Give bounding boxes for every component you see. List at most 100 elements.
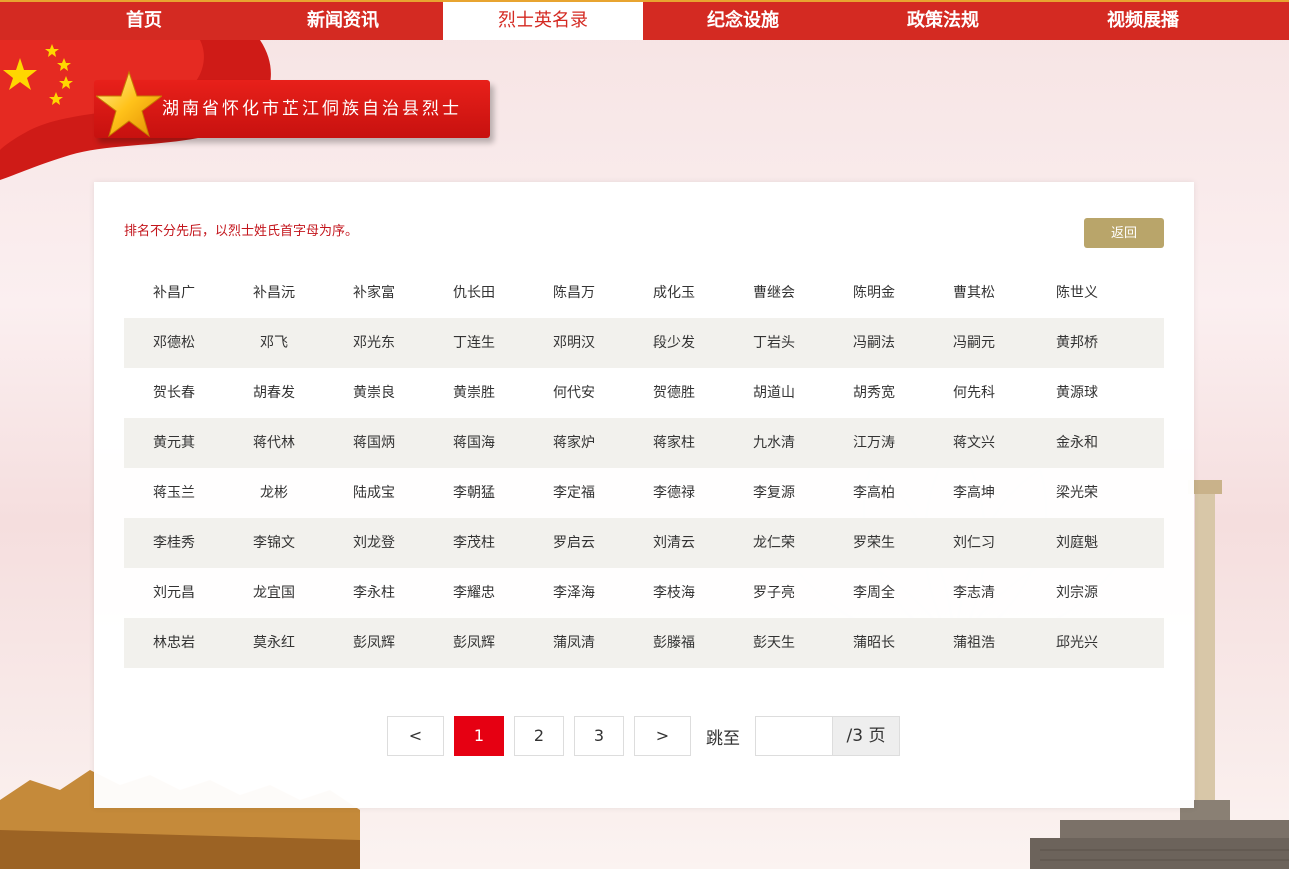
nav-item-1[interactable]: 新闻资讯 bbox=[243, 2, 443, 40]
martyr-name-link[interactable]: 李定福 bbox=[524, 468, 624, 518]
martyr-name-link[interactable]: 蒲凤清 bbox=[524, 618, 624, 668]
martyr-name-link[interactable]: 刘仁习 bbox=[924, 518, 1024, 568]
martyr-name-link[interactable]: 刘宗源 bbox=[1024, 568, 1130, 618]
jump-page-input[interactable] bbox=[755, 716, 832, 756]
page-1-button[interactable]: 1 bbox=[454, 716, 504, 756]
martyr-name-link[interactable]: 丁岩头 bbox=[724, 318, 824, 368]
martyr-name-link[interactable]: 李永柱 bbox=[324, 568, 424, 618]
martyr-name-link[interactable]: 蒋国炳 bbox=[324, 418, 424, 468]
martyr-name-link[interactable]: 冯嗣元 bbox=[924, 318, 1024, 368]
martyr-name-link[interactable]: 刘元昌 bbox=[124, 568, 224, 618]
martyr-name-link[interactable]: 李志清 bbox=[924, 568, 1024, 618]
back-button[interactable]: 返回 bbox=[1084, 218, 1164, 248]
martyr-name-link[interactable]: 邓德松 bbox=[124, 318, 224, 368]
martyr-name-link[interactable]: 李锦文 bbox=[224, 518, 324, 568]
nav-item-5[interactable]: 视频展播 bbox=[1043, 2, 1243, 40]
martyr-name-link[interactable]: 冯嗣法 bbox=[824, 318, 924, 368]
martyr-name-link[interactable]: 李桂秀 bbox=[124, 518, 224, 568]
martyr-name-link[interactable]: 蒲昭长 bbox=[824, 618, 924, 668]
martyr-name-link[interactable]: 蒋玉兰 bbox=[124, 468, 224, 518]
martyr-name-link[interactable]: 黄崇胜 bbox=[424, 368, 524, 418]
martyr-name-link[interactable]: 李泽海 bbox=[524, 568, 624, 618]
martyr-name-link[interactable]: 金永和 bbox=[1024, 418, 1130, 468]
prev-page-button[interactable]: < bbox=[387, 716, 444, 756]
martyr-name-link[interactable]: 莫永红 bbox=[224, 618, 324, 668]
martyr-name-link[interactable]: 刘庭魁 bbox=[1024, 518, 1130, 568]
martyr-name-link[interactable]: 梁光荣 bbox=[1024, 468, 1130, 518]
martyr-name-link[interactable]: 黄崇良 bbox=[324, 368, 424, 418]
martyr-name-link[interactable]: 彭凤辉 bbox=[324, 618, 424, 668]
martyr-name-link[interactable]: 彭天生 bbox=[724, 618, 824, 668]
martyr-name-link[interactable]: 李朝猛 bbox=[424, 468, 524, 518]
name-row: 补昌广 补昌沅 补家富 仇长田 陈昌万 成化玉 曹继会 陈明金 曹其松 陈世义 bbox=[124, 268, 1164, 318]
martyr-name-link[interactable]: 李枝海 bbox=[624, 568, 724, 618]
martyr-name-link[interactable]: 补家富 bbox=[324, 268, 424, 318]
martyr-name-link[interactable]: 李耀忠 bbox=[424, 568, 524, 618]
martyr-name-link[interactable]: 李高坤 bbox=[924, 468, 1024, 518]
martyr-name-link[interactable]: 蒋文兴 bbox=[924, 418, 1024, 468]
martyr-name-link[interactable]: 李德禄 bbox=[624, 468, 724, 518]
martyr-name-link[interactable]: 刘清云 bbox=[624, 518, 724, 568]
martyr-name-link[interactable]: 丁连生 bbox=[424, 318, 524, 368]
martyr-name-link[interactable]: 陈昌万 bbox=[524, 268, 624, 318]
martyr-name-link[interactable]: 蒋代林 bbox=[224, 418, 324, 468]
martyr-name-link[interactable]: 彭滕福 bbox=[624, 618, 724, 668]
martyr-name-link[interactable]: 黄元萁 bbox=[124, 418, 224, 468]
next-page-button[interactable]: > bbox=[634, 716, 691, 756]
main-nav: 首页 新闻资讯 烈士英名录 纪念设施 政策法规 视频展播 bbox=[0, 0, 1289, 40]
martyr-name-link[interactable]: 蒋家柱 bbox=[624, 418, 724, 468]
martyr-name-link[interactable]: 九水清 bbox=[724, 418, 824, 468]
martyr-name-link[interactable]: 邱光兴 bbox=[1024, 618, 1130, 668]
page-2-button[interactable]: 2 bbox=[514, 716, 564, 756]
martyr-name-link[interactable]: 补昌广 bbox=[124, 268, 224, 318]
martyr-name-link[interactable]: 仇长田 bbox=[424, 268, 524, 318]
martyr-name-link[interactable]: 胡秀宽 bbox=[824, 368, 924, 418]
martyr-name-link[interactable]: 龙宜国 bbox=[224, 568, 324, 618]
name-row: 李桂秀 李锦文 刘龙登 李茂柱 罗启云 刘清云 龙仁荣 罗荣生 刘仁习 刘庭魁 bbox=[124, 518, 1164, 568]
martyr-name-link[interactable]: 胡道山 bbox=[724, 368, 824, 418]
martyr-name-link[interactable]: 李复源 bbox=[724, 468, 824, 518]
martyr-name-link[interactable]: 成化玉 bbox=[624, 268, 724, 318]
martyr-name-link[interactable]: 何先科 bbox=[924, 368, 1024, 418]
martyr-name-link[interactable]: 段少发 bbox=[624, 318, 724, 368]
martyr-name-link[interactable]: 陆成宝 bbox=[324, 468, 424, 518]
nav-item-4[interactable]: 政策法规 bbox=[843, 2, 1043, 40]
martyr-name-link[interactable]: 补昌沅 bbox=[224, 268, 324, 318]
martyr-name-link[interactable]: 曹其松 bbox=[924, 268, 1024, 318]
martyr-name-link[interactable]: 邓光东 bbox=[324, 318, 424, 368]
martyr-name-link[interactable]: 彭凤辉 bbox=[424, 618, 524, 668]
martyr-name-link[interactable]: 李周全 bbox=[824, 568, 924, 618]
martyr-name-link[interactable]: 罗子亮 bbox=[724, 568, 824, 618]
nav-item-0[interactable]: 首页 bbox=[0, 2, 243, 40]
martyr-name-link[interactable]: 李高柏 bbox=[824, 468, 924, 518]
name-row: 邓德松 邓飞 邓光东 丁连生 邓明汉 段少发 丁岩头 冯嗣法 冯嗣元 黄邦桥 bbox=[124, 318, 1164, 368]
name-row: 刘元昌 龙宜国 李永柱 李耀忠 李泽海 李枝海 罗子亮 李周全 李志清 刘宗源 bbox=[124, 568, 1164, 618]
martyr-name-link[interactable]: 江万涛 bbox=[824, 418, 924, 468]
martyr-name-link[interactable]: 邓明汉 bbox=[524, 318, 624, 368]
martyr-name-link[interactable]: 刘龙登 bbox=[324, 518, 424, 568]
martyr-name-link[interactable]: 曹继会 bbox=[724, 268, 824, 318]
martyr-name-link[interactable]: 黄源球 bbox=[1024, 368, 1130, 418]
martyr-name-link[interactable]: 蒋家炉 bbox=[524, 418, 624, 468]
page-3-button[interactable]: 3 bbox=[574, 716, 624, 756]
martyr-name-link[interactable]: 龙彬 bbox=[224, 468, 324, 518]
martyr-list-panel: 排名不分先后，以烈士姓氏首字母为序。 返回 补昌广 补昌沅 补家富 仇长田 陈昌万 成化玉… bbox=[94, 182, 1194, 808]
martyr-name-link[interactable]: 罗启云 bbox=[524, 518, 624, 568]
martyr-name-link[interactable]: 贺德胜 bbox=[624, 368, 724, 418]
martyr-name-link[interactable]: 陈世义 bbox=[1024, 268, 1130, 318]
martyr-name-link[interactable]: 贺长春 bbox=[124, 368, 224, 418]
martyr-name-link[interactable]: 何代安 bbox=[524, 368, 624, 418]
martyr-name-link[interactable]: 李茂柱 bbox=[424, 518, 524, 568]
martyr-name-link[interactable]: 林忠岩 bbox=[124, 618, 224, 668]
martyr-name-link[interactable]: 胡春发 bbox=[224, 368, 324, 418]
martyr-name-link[interactable]: 蒲祖浩 bbox=[924, 618, 1024, 668]
martyr-name-grid: 补昌广 补昌沅 补家富 仇长田 陈昌万 成化玉 曹继会 陈明金 曹其松 陈世义 邓德松 邓飞 邓光东 丁连… bbox=[124, 268, 1164, 668]
martyr-name-link[interactable]: 罗荣生 bbox=[824, 518, 924, 568]
martyr-name-link[interactable]: 陈明金 bbox=[824, 268, 924, 318]
martyr-name-link[interactable]: 黄邦桥 bbox=[1024, 318, 1130, 368]
martyr-name-link[interactable]: 龙仁荣 bbox=[724, 518, 824, 568]
martyr-name-link[interactable]: 邓飞 bbox=[224, 318, 324, 368]
martyr-name-link[interactable]: 蒋国海 bbox=[424, 418, 524, 468]
nav-item-2[interactable]: 烈士英名录 bbox=[443, 2, 643, 40]
nav-item-3[interactable]: 纪念设施 bbox=[643, 2, 843, 40]
